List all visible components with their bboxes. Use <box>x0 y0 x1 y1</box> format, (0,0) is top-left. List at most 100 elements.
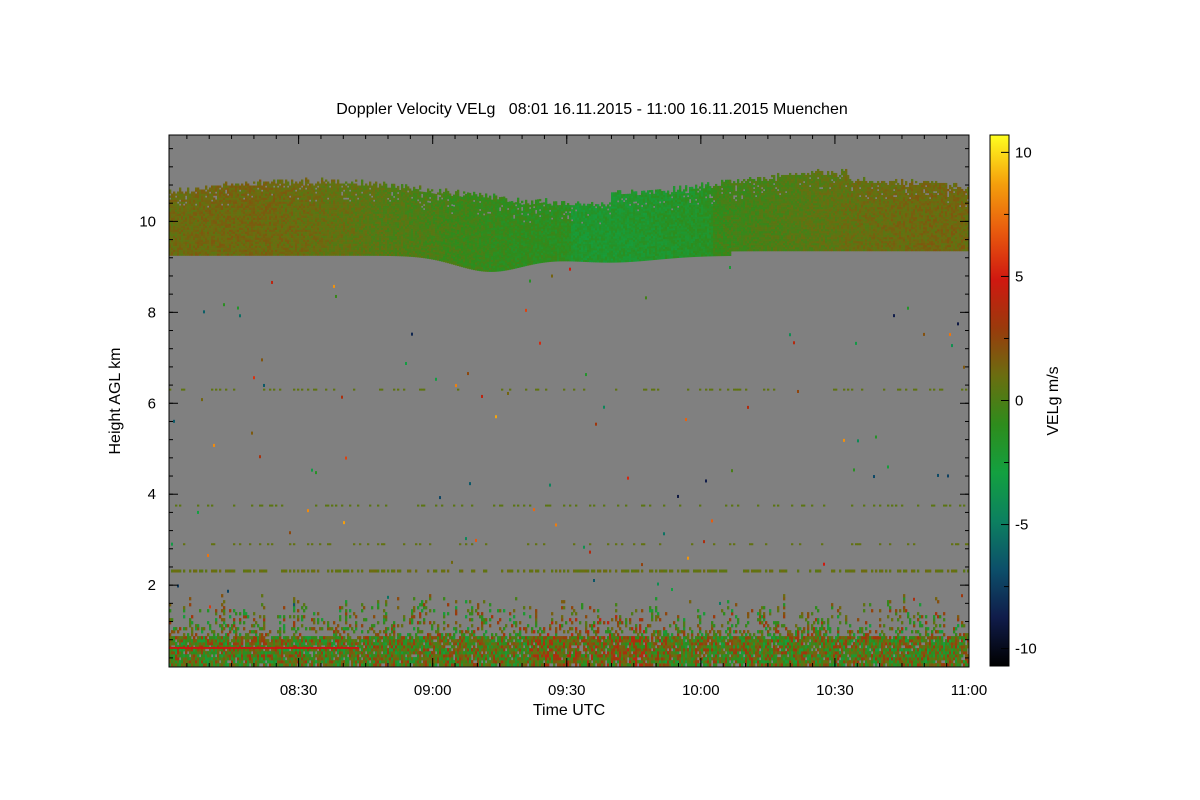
heat-cell <box>213 193 216 196</box>
heat-cell <box>243 231 246 234</box>
heat-cell <box>355 223 358 226</box>
heat-cell <box>181 247 184 250</box>
heat-cell <box>275 636 278 640</box>
heat-cell <box>309 183 312 186</box>
heat-cell <box>223 193 226 196</box>
heat-cell <box>297 609 300 613</box>
heat-cell <box>309 225 312 228</box>
heat-cell <box>173 654 176 658</box>
heat-cell <box>309 193 312 196</box>
heat-cell <box>303 223 306 226</box>
heat-cell <box>329 207 332 210</box>
heat-cell <box>307 251 310 254</box>
heat-cell <box>301 660 304 664</box>
heat-cell <box>329 223 332 226</box>
heat-cell <box>359 237 362 240</box>
heat-cell <box>285 221 288 224</box>
heat-cell <box>177 654 180 658</box>
heat-cell <box>183 193 186 196</box>
heat-cell <box>377 651 380 655</box>
heat-cell <box>253 243 256 246</box>
heat-cell <box>267 654 270 658</box>
heat-cell <box>303 191 306 194</box>
heat-cell <box>203 239 206 242</box>
heat-cell <box>255 221 258 224</box>
heat-cell <box>195 227 198 230</box>
heat-cell <box>327 235 330 238</box>
heat-cell <box>277 179 280 182</box>
heat-cell <box>283 187 286 190</box>
heat-cell <box>291 243 294 246</box>
heat-cell <box>263 229 266 232</box>
heat-cell <box>325 654 328 658</box>
heat-cell <box>297 569 300 573</box>
heat-cell <box>271 253 274 256</box>
heat-cell <box>191 663 194 667</box>
heat-cell <box>237 237 240 240</box>
heat-cell <box>327 193 330 196</box>
heat-cell <box>239 654 242 658</box>
heat-cell <box>173 241 176 244</box>
heat-cell <box>237 191 240 194</box>
heat-cell <box>195 217 198 220</box>
heat-cell <box>297 651 300 655</box>
heat-cell <box>301 249 304 252</box>
heat-cell <box>179 195 182 198</box>
heat-cell <box>323 654 326 658</box>
heat-cell <box>173 223 176 226</box>
heat-cell <box>249 213 252 216</box>
heat-cell <box>293 219 296 222</box>
heat-cell <box>225 229 228 232</box>
heat-cell <box>359 207 362 210</box>
heat-cell <box>375 651 378 655</box>
heat-cell <box>231 199 234 202</box>
heat-cell <box>291 223 294 226</box>
heat-cell <box>273 207 276 210</box>
heat-cell <box>199 245 202 248</box>
heat-cell <box>247 189 250 192</box>
heat-cell <box>271 223 274 226</box>
heat-cell <box>361 237 364 240</box>
heat-cell <box>263 183 266 186</box>
heat-cell <box>237 233 240 236</box>
heat-cell <box>201 245 204 248</box>
heat-cell <box>253 241 256 244</box>
heat-cell <box>311 183 314 186</box>
heat-cell <box>329 636 332 640</box>
heat-cell <box>321 660 324 664</box>
heat-cell <box>231 237 234 240</box>
heat-cell <box>373 233 376 236</box>
heat-cell <box>277 233 280 236</box>
heat-cell <box>365 245 368 248</box>
heat-cell <box>283 229 286 232</box>
heat-cell <box>171 205 174 208</box>
heat-cell <box>355 211 358 214</box>
heat-cell <box>175 213 178 216</box>
heat-cell <box>225 233 228 236</box>
heat-cell <box>257 189 260 192</box>
heat-cell <box>355 189 358 192</box>
heat-cell <box>319 185 322 188</box>
heat-cell <box>297 223 300 226</box>
heat-cell <box>283 651 286 655</box>
heat-cell <box>275 191 278 194</box>
heat-cell <box>335 239 338 242</box>
heat-cell <box>207 633 210 637</box>
heat-cell <box>265 639 268 643</box>
heat-cell <box>279 213 282 216</box>
heat-cell <box>217 249 220 252</box>
heat-cell <box>261 654 264 658</box>
heat-cell <box>353 221 356 224</box>
heat-cell <box>269 197 272 200</box>
heat-cell <box>195 624 198 628</box>
heat-cell <box>183 209 186 212</box>
heat-cell <box>231 639 234 643</box>
heat-cell <box>229 191 232 194</box>
heat-cell <box>209 229 212 232</box>
heat-cell <box>303 609 306 613</box>
heat-cell <box>247 569 250 573</box>
heat-cell <box>319 195 322 198</box>
heat-cell <box>221 213 224 216</box>
heat-cell <box>305 251 308 254</box>
heat-cell <box>343 253 346 256</box>
